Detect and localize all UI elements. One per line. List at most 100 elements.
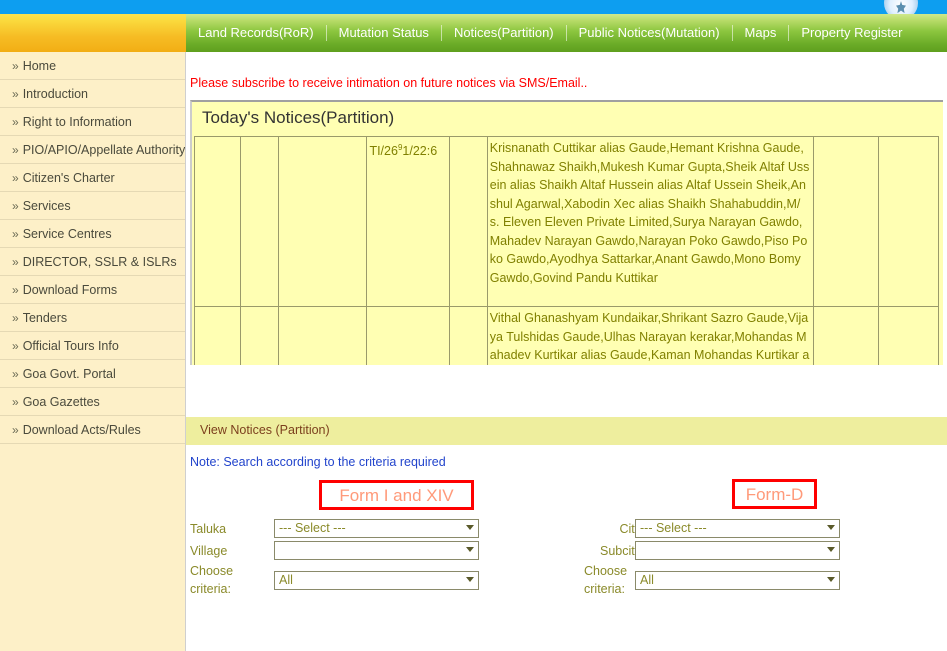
sidebar-item-label: DIRECTOR, SSLR & ISLRs [22, 255, 177, 269]
criteria-select-right[interactable]: All [635, 571, 840, 590]
nav-item-public-notices-mutation[interactable]: Public Notices(Mutation) [567, 14, 732, 52]
nav-item-mutation-status[interactable]: Mutation Status [327, 14, 441, 52]
notice-cell-7 [812, 306, 879, 365]
chevron-right-icon: » [12, 143, 19, 157]
notice-number-cell [366, 306, 450, 365]
sidebar-item-label: Introduction [22, 87, 89, 101]
notice-number-cell: TI/2691/22:6 [366, 136, 450, 307]
chevron-right-icon: » [12, 311, 19, 325]
chevron-right-icon: » [12, 395, 19, 409]
sidebar-item-label: Home [22, 59, 57, 73]
sidebar-item-download-forms[interactable]: » Download Forms [0, 276, 185, 304]
city-select[interactable]: --- Select --- [635, 519, 840, 538]
nav-item-maps[interactable]: Maps [733, 14, 789, 52]
criteria-select-left[interactable]: All [274, 571, 479, 590]
sidebar-item-official-tours-info[interactable]: » Official Tours Info [0, 332, 185, 360]
sidebar-item-goa-gazettes[interactable]: » Goa Gazettes [0, 388, 185, 416]
subcity-select[interactable] [635, 541, 840, 560]
chevron-right-icon: » [12, 255, 19, 269]
sidebar-empty-space [0, 444, 185, 651]
sidebar-item-label: Goa Govt. Portal [22, 367, 116, 381]
chevron-right-icon: » [12, 59, 19, 73]
notices-table: TI/2691/22:6 Krisnanath Cuttikar alias Ga… [193, 136, 940, 365]
page-root: Land Records(RoR) Mutation Status Notices(… [0, 0, 947, 651]
sidebar-item-label: Citizen's Charter [22, 171, 115, 185]
taluka-label: Taluka [190, 522, 227, 536]
chevron-right-icon: » [12, 423, 19, 437]
sidebar-item-services[interactable]: » Services [0, 192, 185, 220]
sidebar-item-service-centres[interactable]: » Service Centres [0, 220, 185, 248]
search-note-text: Note: Search according to the criteria r… [190, 455, 446, 469]
city-select-value: --- Select --- [640, 521, 707, 535]
main-content: Please subscribe to receive intimation o… [186, 52, 947, 651]
chevron-right-icon: » [12, 283, 19, 297]
top-blue-bar [0, 0, 947, 14]
sidebar-item-label: Tenders [22, 311, 68, 325]
sidebar-item-tenders[interactable]: » Tenders [0, 304, 185, 332]
view-notices-label: View Notices (Partition) [200, 423, 330, 437]
chevron-down-icon [466, 577, 474, 582]
table-row: TI/2691/22:6 Krisnanath Cuttikar alias Ga… [193, 136, 940, 307]
nav-item-land-records-ror[interactable]: Land Records(RoR) [186, 14, 326, 52]
left-sidebar: » Home» Introduction» Right to Information»… [0, 52, 186, 651]
sidebar-item-label: Service Centres [22, 227, 112, 241]
chevron-right-icon: » [12, 199, 19, 213]
notices-panel-title: Today's Notices(Partition) [202, 108, 395, 127]
sidebar-item-citizen-s-charter[interactable]: » Citizen's Charter [0, 164, 185, 192]
notice-cell-3 [278, 136, 368, 307]
form-d-heading: Form-D [732, 479, 817, 509]
notice-number-rest: 1/22:6 [402, 144, 438, 159]
sidebar-item-label: Right to Information [22, 115, 132, 129]
notice-cell-5 [448, 306, 488, 365]
chevron-down-icon [466, 547, 474, 552]
choose-criteria-label-line1: Choose [190, 564, 234, 578]
chevron-right-icon: » [12, 171, 19, 185]
choose-criteria-d-label-line2: criteria: [584, 582, 625, 596]
sidebar-item-right-to-information[interactable]: » Right to Information [0, 108, 185, 136]
emblem-star-shape [896, 1, 906, 14]
chevron-down-icon [827, 525, 835, 530]
sidebar-item-director-sslr-islrs[interactable]: » DIRECTOR, SSLR & ISLRs [0, 248, 185, 276]
nav-item-notices-partition[interactable]: Notices(Partition) [442, 14, 566, 52]
notice-cell-5 [448, 136, 488, 307]
notice-number-main: TI/26 [369, 144, 398, 159]
taluka-select[interactable]: --- Select --- [274, 519, 479, 538]
nav-left-gradient-block [0, 14, 186, 52]
sidebar-item-label: Official Tours Info [22, 339, 119, 353]
sidebar-item-pio-apio-appellate-authority[interactable]: » PIO/APIO/Appellate Authority [0, 136, 185, 164]
sidebar-item-introduction[interactable]: » Introduction [0, 80, 185, 108]
sidebar-item-download-acts-rules[interactable]: » Download Acts/Rules [0, 416, 185, 444]
village-select[interactable] [274, 541, 479, 560]
subscribe-notice-text: Please subscribe to receive intimation o… [190, 76, 588, 90]
chevron-right-icon: » [12, 339, 19, 353]
notice-cell-2 [240, 306, 280, 365]
chevron-right-icon: » [12, 227, 19, 241]
subcity-label: Subcity [600, 544, 641, 558]
criteria-select-left-value: All [279, 573, 293, 587]
chevron-right-icon: » [12, 115, 19, 129]
chevron-down-icon [466, 525, 474, 530]
top-navigation-bar: Land Records(RoR) Mutation Status Notices(… [0, 14, 947, 52]
notice-cell-3 [278, 306, 368, 365]
criteria-select-right-value: All [640, 573, 654, 587]
sidebar-item-list: » Home» Introduction» Right to Information»… [0, 52, 185, 444]
notice-cell-1 [193, 136, 242, 307]
notice-names-cell: Krisnanath Cuttikar alias Gaude,Hemant K… [486, 136, 814, 307]
choose-criteria-d-label-line1: Choose [584, 564, 628, 578]
chevron-right-icon: » [12, 87, 19, 101]
choose-criteria-label-line2: criteria: [190, 582, 231, 596]
chevron-down-icon [827, 577, 835, 582]
chevron-down-icon [827, 547, 835, 552]
notice-names-cell: Vithal Ghanashyam Kundaikar,Shrikant Saz… [486, 306, 814, 365]
sidebar-item-label: Goa Gazettes [22, 395, 100, 409]
table-row: Vithal Ghanashyam Kundaikar,Shrikant Saz… [193, 306, 940, 365]
notice-cell-7 [812, 136, 879, 307]
notice-cell-1 [193, 306, 242, 365]
sidebar-item-home[interactable]: » Home [0, 52, 185, 80]
todays-notices-panel: Today's Notices(Partition) TI/2691/22:6 K… [190, 100, 943, 365]
nav-item-property-register[interactable]: Property Register [789, 14, 914, 52]
sidebar-item-goa-govt-portal[interactable]: » Goa Govt. Portal [0, 360, 185, 388]
notice-cell-8 [877, 306, 940, 365]
sidebar-item-label: Services [22, 199, 71, 213]
nav-menu-items: Land Records(RoR) Mutation Status Notices(… [186, 14, 947, 52]
